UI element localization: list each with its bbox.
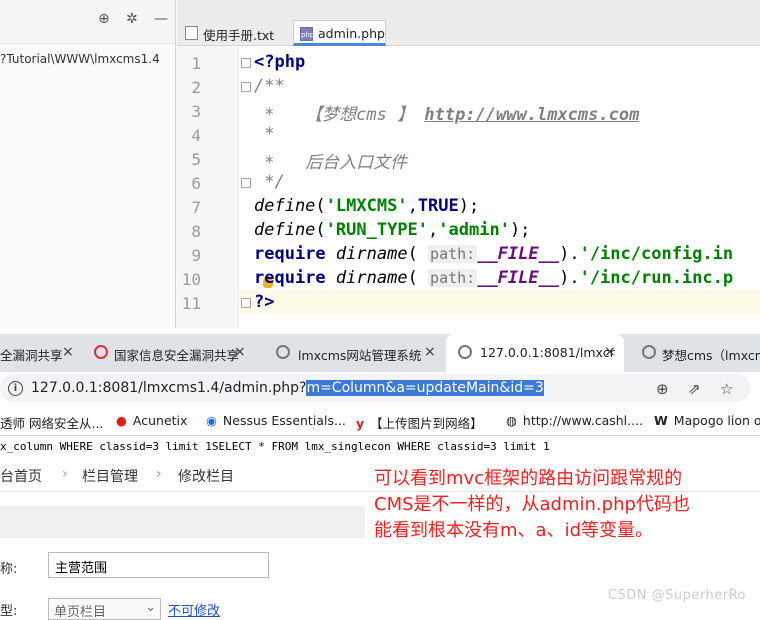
share-icon[interactable]: ⇗: [688, 380, 701, 398]
bookmark-item[interactable]: y 【上传图片到网络】: [356, 413, 483, 432]
star-icon[interactable]: ☆: [720, 380, 733, 398]
tab-manual-txt[interactable]: 使用手册.txt: [179, 20, 291, 46]
code-line-1: <?php: [254, 52, 306, 72]
globe-icon: ◍: [506, 413, 517, 428]
project-toolbar: ⊕ ✲ —: [0, 0, 175, 44]
type-label: 型:: [0, 604, 18, 619]
bookmark-item[interactable]: ◉ Nessus Essentials...: [206, 413, 346, 428]
editor-tabs: 使用手册.txt php admin.php: [177, 0, 760, 46]
bookmark-item[interactable]: W Mapogo lion o: [654, 413, 760, 428]
project-panel: ⊕ ✲ — ?Tutorial\WWW\lmxcms1.4: [0, 0, 176, 328]
browser-tab[interactable]: 国家信息安全漏洞共享 ×: [84, 334, 254, 372]
line-number: 1: [191, 54, 201, 73]
fold-marker-icon[interactable]: [241, 298, 251, 308]
close-icon[interactable]: ×: [62, 344, 74, 360]
bookmark-item[interactable]: ◍ http://www.cashl....: [506, 413, 643, 428]
globe-icon[interactable]: ⊕: [98, 11, 110, 27]
url-selection: m=Column&a=updateMain&id=3: [306, 380, 544, 396]
tab-label: admin.php: [318, 26, 385, 41]
project-path[interactable]: ?Tutorial\WWW\lmxcms1.4: [0, 52, 160, 66]
fold-marker-icon[interactable]: [241, 58, 251, 68]
param-hint: path:: [428, 269, 478, 287]
zoom-icon[interactable]: ⊕: [656, 380, 669, 398]
watermark: CSDN @SuperherRo: [607, 588, 746, 603]
line-number: 2: [191, 78, 201, 97]
txt-file-icon: [185, 26, 198, 40]
browser-tabbar: 全漏洞共享 × 国家信息安全漏洞共享 × lmxcms网站管理系统 × 127.…: [0, 334, 760, 372]
code-line-4: *: [254, 124, 275, 144]
chevron-right-icon: ›: [156, 466, 162, 482]
line-number: 7: [191, 198, 201, 217]
bookmark-item[interactable]: 透师 网络安全从...: [0, 413, 103, 432]
line-number: 10: [181, 270, 201, 289]
line-number: 6: [191, 174, 201, 193]
name-label: 称:: [0, 562, 18, 577]
w-icon: W: [654, 413, 668, 428]
chevron-right-icon: ›: [62, 466, 68, 482]
close-icon[interactable]: ×: [604, 344, 616, 360]
info-icon[interactable]: i: [8, 381, 23, 396]
code-editor[interactable]: 1 2 3 4 5 6 7 8 9 10 11 <?php /** * 【梦想c…: [177, 46, 760, 328]
php-file-icon: php: [300, 27, 314, 41]
form-header: [0, 506, 365, 538]
param-hint: path:: [428, 245, 478, 263]
url-field[interactable]: i 127.0.0.1:8081/lmxcms1.4/admin.php?m=C…: [0, 374, 750, 402]
browser-tab[interactable]: lmxcms网站管理系统 ×: [266, 334, 444, 372]
line-number: 4: [191, 126, 201, 145]
url-text[interactable]: 127.0.0.1:8081/lmxcms1.4/admin.php?m=Col…: [31, 380, 544, 396]
globe-icon: [642, 345, 656, 359]
chevron-down-icon: ⌄: [145, 600, 156, 615]
acunetix-icon: ●: [116, 413, 127, 428]
browser-tab[interactable]: 梦想cms（lmxcm: [632, 334, 760, 372]
address-bar: i 127.0.0.1:8081/lmxcms1.4/admin.php?m=C…: [0, 372, 760, 404]
code-line-8: define('RUN_TYPE','admin');: [254, 220, 531, 240]
tab-label: 使用手册.txt: [203, 28, 275, 43]
breadcrumb-home[interactable]: 台首页: [0, 466, 42, 486]
current-line-highlight: [240, 290, 760, 314]
code-line-2: /**: [254, 76, 285, 96]
close-icon[interactable]: ×: [424, 344, 436, 360]
line-number: 8: [191, 222, 201, 241]
globe-icon: [276, 345, 290, 359]
browser-tab[interactable]: 全漏洞共享 ×: [0, 334, 80, 372]
code-line-10: require dirname( path: __FILE__).'/inc/ru…: [254, 268, 734, 288]
close-icon[interactable]: ×: [234, 344, 246, 360]
readonly-note: 不可修改: [168, 604, 221, 619]
column-name-input[interactable]: 主营范围: [48, 552, 269, 578]
site-icon: [94, 345, 108, 359]
sql-debug-output: x_column WHERE classid=3 limit 1SELECT *…: [0, 437, 760, 457]
line-number: 5: [191, 150, 201, 169]
red-annotation: 可以看到mvc框架的路由访问跟常规的 CMS是不一样的，从admin.php代码…: [374, 468, 690, 541]
nessus-icon: ◉: [206, 413, 217, 428]
bookmark-item[interactable]: ● Acunetix: [116, 413, 187, 428]
code-line-9: require dirname( path: __FILE__).'/inc/co…: [254, 244, 734, 264]
browser-tab-active[interactable]: 127.0.0.1:8081/lmxcr ×: [446, 334, 624, 372]
column-type-select[interactable]: 单页栏目 ⌄: [48, 598, 161, 620]
fold-marker-icon[interactable]: [241, 82, 251, 92]
settings-icon[interactable]: ✲: [126, 11, 138, 27]
code-line-3: * 【梦想cms 】 http://www.lmxcms.com: [254, 105, 640, 125]
y-icon: y: [356, 416, 365, 431]
code-line-6: */: [254, 172, 285, 192]
ide-window: ⊕ ✲ — ?Tutorial\WWW\lmxcms1.4 使用手册.txt p…: [0, 0, 760, 328]
breadcrumb-current: 修改栏目: [178, 469, 234, 485]
tab-admin-php[interactable]: php admin.php: [293, 20, 386, 46]
minimize-icon[interactable]: —: [154, 11, 168, 27]
code-line-7: define('LMXCMS',TRUE);: [254, 196, 480, 216]
fold-marker-icon[interactable]: [241, 178, 251, 188]
breadcrumb-column[interactable]: 栏目管理: [82, 466, 138, 486]
code-line-11: ?>: [254, 292, 275, 312]
globe-icon: [458, 345, 472, 359]
line-number: 11: [181, 294, 201, 313]
line-number: 9: [191, 246, 201, 265]
line-number: 3: [191, 102, 201, 121]
code-line-5: * 后台入口文件: [254, 153, 408, 173]
bookmarks-bar: 透师 网络安全从... ● Acunetix ◉ Nessus Essentials…: [0, 404, 760, 436]
line-gutter: 1 2 3 4 5 6 7 8 9 10 11: [177, 46, 239, 328]
